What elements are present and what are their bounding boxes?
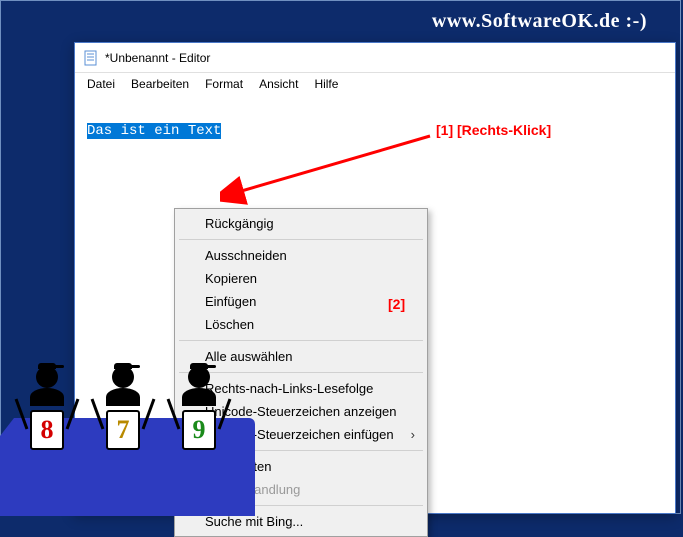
score-card-3: 9	[182, 410, 216, 450]
selected-text[interactable]: Das ist ein Text	[87, 123, 221, 139]
judge-1: 8	[12, 366, 82, 456]
annotation-1: [1] [Rechts-Klick]	[436, 122, 551, 138]
judge-3: 9	[164, 366, 234, 456]
watermark-text: www.SoftwareOK.de :-)	[432, 10, 647, 33]
annotation-2: [2]	[388, 296, 405, 312]
judges-illustration: 8 7 9	[0, 366, 260, 516]
ctx-delete[interactable]: Löschen	[177, 313, 425, 336]
arrow-icon	[220, 130, 440, 210]
window-title: *Unbenannt - Editor	[105, 51, 210, 65]
menu-format[interactable]: Format	[197, 75, 251, 93]
score-card-1: 8	[30, 410, 64, 450]
judge-2: 7	[88, 366, 158, 456]
menu-help[interactable]: Hilfe	[306, 75, 346, 93]
ctx-cut[interactable]: Ausschneiden	[177, 244, 425, 267]
menu-edit[interactable]: Bearbeiten	[123, 75, 197, 93]
score-card-2: 7	[106, 410, 140, 450]
ctx-separator	[179, 340, 423, 341]
ctx-copy[interactable]: Kopieren	[177, 267, 425, 290]
title-bar[interactable]: *Unbenannt - Editor	[75, 43, 675, 73]
ctx-undo[interactable]: Rückgängig	[177, 212, 425, 235]
notepad-icon	[83, 50, 99, 66]
ctx-separator	[179, 239, 423, 240]
menu-file[interactable]: Datei	[79, 75, 123, 93]
menu-view[interactable]: Ansicht	[251, 75, 306, 93]
menu-bar: Datei Bearbeiten Format Ansicht Hilfe	[75, 73, 675, 95]
